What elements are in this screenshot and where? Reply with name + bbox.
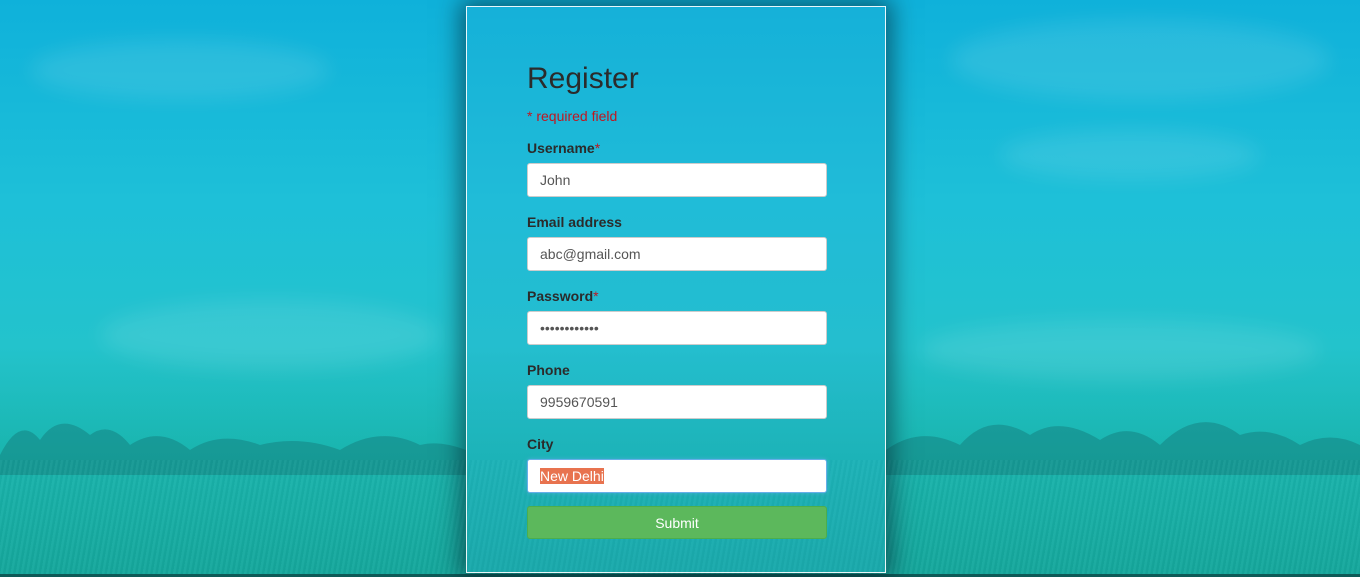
cloud xyxy=(30,40,330,100)
register-panel: Register * required field Username* Emai… xyxy=(466,6,886,573)
email-group: Email address xyxy=(527,212,827,271)
required-star: * xyxy=(594,140,601,156)
city-input[interactable]: New Delhi xyxy=(527,459,827,493)
cloud xyxy=(950,20,1330,100)
password-group: Password* xyxy=(527,286,827,345)
phone-group: Phone xyxy=(527,360,827,419)
phone-label: Phone xyxy=(527,362,570,378)
password-label: Password* xyxy=(527,288,599,304)
password-input[interactable] xyxy=(527,311,827,345)
required-field-note: * required field xyxy=(527,108,618,124)
email-label: Email address xyxy=(527,214,622,230)
username-group: Username* xyxy=(527,138,827,197)
username-input[interactable] xyxy=(527,163,827,197)
email-input[interactable] xyxy=(527,237,827,271)
city-label: City xyxy=(527,436,554,452)
phone-input[interactable] xyxy=(527,385,827,419)
form-title: Register xyxy=(527,62,639,95)
city-selected-text: New Delhi xyxy=(540,468,604,484)
username-label: Username* xyxy=(527,140,601,156)
cloud xyxy=(1000,130,1260,180)
city-group: City New Delhi xyxy=(527,434,827,493)
cloud xyxy=(100,300,440,370)
submit-button[interactable]: Submit xyxy=(527,506,827,539)
cloud xyxy=(920,320,1320,380)
required-star: * xyxy=(593,288,599,304)
